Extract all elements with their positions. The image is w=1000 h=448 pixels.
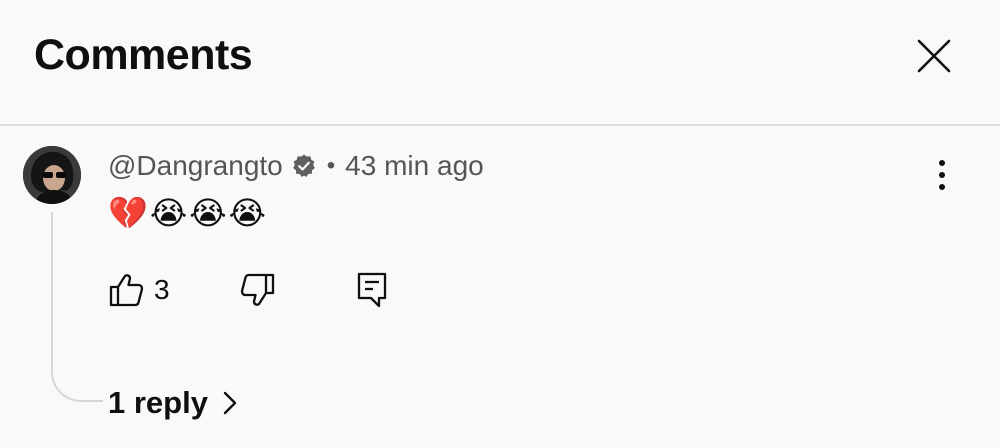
comment-actions: 3 xyxy=(108,268,428,312)
header-divider xyxy=(0,124,1000,126)
chevron-right-icon xyxy=(222,390,238,416)
replies-count-label: 1 reply xyxy=(108,385,208,420)
verified-badge-icon xyxy=(291,153,317,179)
more-options-button[interactable] xyxy=(924,155,960,195)
reply-comment-icon xyxy=(357,272,387,308)
close-button[interactable] xyxy=(900,24,968,88)
reply-thread-line xyxy=(51,212,103,402)
meta-separator: • xyxy=(326,152,336,179)
reply-button[interactable] xyxy=(356,268,388,312)
thumbs-up-icon xyxy=(109,274,144,307)
dislike-button[interactable] xyxy=(240,268,276,312)
avatar-image xyxy=(23,146,81,204)
comment-body: 💔😭😭😭 xyxy=(108,194,269,232)
close-icon xyxy=(917,39,951,73)
comments-header: Comments xyxy=(0,0,1000,124)
view-replies-button[interactable]: 1 reply xyxy=(108,380,238,426)
avatar[interactable] xyxy=(23,146,81,204)
comment-timestamp: 43 min ago xyxy=(345,150,484,181)
panel-title: Comments xyxy=(34,31,253,79)
comments-panel: Comments @Dangrangto • 43 min ago 💔😭😭😭 3… xyxy=(0,0,1000,448)
more-vertical-icon xyxy=(939,160,945,190)
thumbs-down-icon xyxy=(240,273,275,306)
comment-author[interactable]: @Dangrangto xyxy=(108,150,283,182)
like-button[interactable]: 3 xyxy=(108,268,170,312)
like-count: 3 xyxy=(154,274,170,305)
comment-meta: @Dangrangto • 43 min ago xyxy=(108,146,484,186)
